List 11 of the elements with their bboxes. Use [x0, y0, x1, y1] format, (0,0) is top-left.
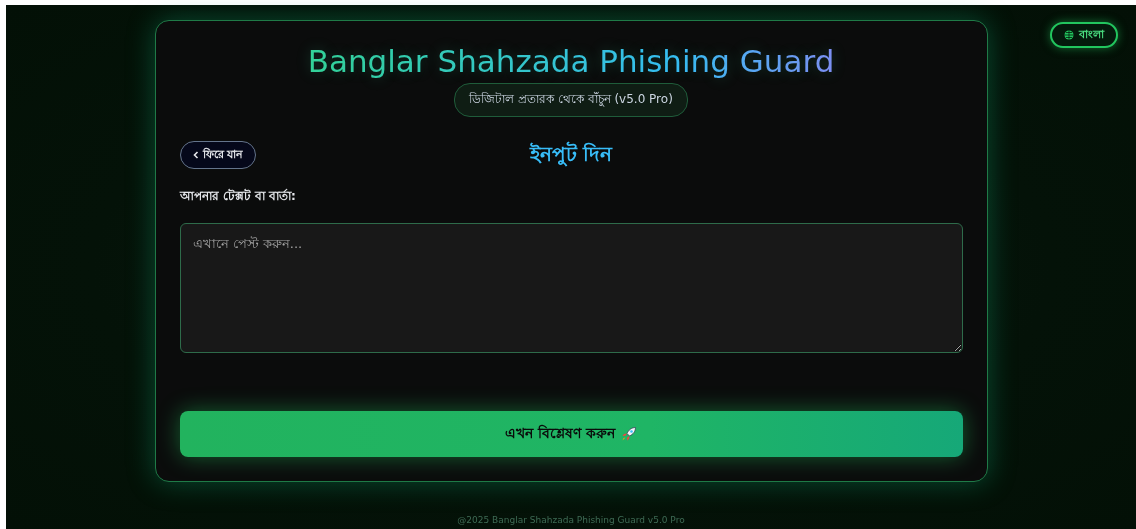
analyze-button[interactable]: এখন বিশ্লেষণ করুন	[179, 411, 963, 457]
message-input-field[interactable]: এখানে পেস্ট করুন...	[179, 223, 963, 353]
globe-icon	[1064, 30, 1074, 40]
rocket-icon	[620, 426, 637, 442]
chevron-left-icon	[192, 151, 199, 159]
section-title: ইনপুট দিন	[529, 140, 613, 169]
footer-text: @2025 Banglar Shahzada Phishing Guard v5.0 Pro	[457, 515, 685, 525]
input-label: আপনার টেক্সট বা বার্তা:	[179, 188, 297, 205]
language-button[interactable]: বাংলা	[1050, 22, 1118, 48]
subtitle-badge: ডিজিটাল প্রতারক থেকে বাঁচুন (v5.0 Pro)	[454, 83, 688, 117]
back-button[interactable]: ফিরে যান	[179, 141, 257, 169]
